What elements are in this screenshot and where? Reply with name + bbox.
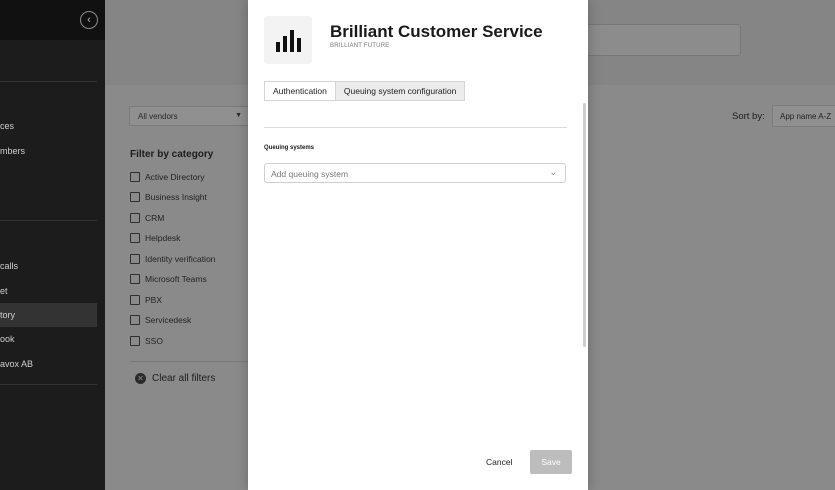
- chevron-left-icon[interactable]: ‹: [80, 11, 98, 29]
- category-checkbox[interactable]: SSO: [130, 334, 163, 348]
- category-checkbox[interactable]: Helpdesk: [130, 231, 180, 245]
- category-checkbox[interactable]: Business Insight: [130, 190, 207, 204]
- sidebar-item-5[interactable]: tory: [0, 303, 97, 327]
- sidebar-divider: [0, 220, 97, 221]
- sort-label: Sort by:: [732, 111, 765, 122]
- sidebar-divider: [0, 384, 97, 385]
- sidebar-item-2[interactable]: mbers: [0, 139, 97, 163]
- queuing-systems-label: Queuing systems: [264, 145, 315, 151]
- category-label: PBX: [145, 295, 163, 305]
- category-checkbox[interactable]: Identity verification: [130, 252, 215, 266]
- app-title: Brilliant Customer Service: [330, 22, 543, 41]
- tab-bar: Authentication Queuing system configurat…: [264, 81, 466, 101]
- save-button[interactable]: Save: [530, 450, 572, 474]
- category-checkbox[interactable]: Microsoft Teams: [130, 272, 207, 286]
- filter-title: Filter by category: [130, 149, 214, 160]
- tab-authentication[interactable]: Authentication: [264, 81, 336, 101]
- sidebar-item-1[interactable]: ces: [0, 114, 97, 138]
- modal-divider: [264, 127, 567, 128]
- checkbox-icon[interactable]: [130, 213, 140, 223]
- cancel-button[interactable]: Cancel: [486, 453, 512, 471]
- checkbox-icon[interactable]: [130, 295, 140, 305]
- checkbox-icon[interactable]: [130, 172, 140, 182]
- checkbox-icon[interactable]: [130, 233, 140, 243]
- vendor-select-value: All vendors: [138, 112, 178, 121]
- logo-bar: [275, 42, 280, 52]
- caret-down-icon: ▼: [235, 112, 242, 119]
- category-label: SSO: [145, 336, 163, 346]
- sidebar-header: ‹: [0, 0, 105, 40]
- clear-filters-label: Clear all filters: [152, 373, 216, 384]
- checkbox-icon[interactable]: [130, 315, 140, 325]
- logo-bar: [289, 30, 294, 52]
- tab-queuing-system-configuration[interactable]: Queuing system configuration: [335, 81, 466, 101]
- queuing-system-select[interactable]: Add queuing system ⌄: [264, 163, 566, 183]
- filter-divider: [130, 361, 250, 362]
- sidebar: ‹ ces mbers calls et tory ook avox AB: [0, 0, 105, 490]
- vendor-select[interactable]: All vendors ▼: [129, 106, 249, 126]
- modal-scrollbar[interactable]: [583, 103, 586, 347]
- sidebar-item-6[interactable]: ook: [0, 327, 97, 351]
- category-label: Active Directory: [145, 172, 205, 182]
- category-checkbox[interactable]: CRM: [130, 211, 164, 225]
- logo-bar: [296, 38, 301, 52]
- sidebar-divider: [0, 81, 97, 82]
- close-circle-icon: ✕: [135, 373, 146, 384]
- category-checkbox[interactable]: Active Directory: [130, 170, 205, 184]
- app-config-modal: Brilliant Customer Service BRILLIANT FUT…: [248, 0, 588, 490]
- search-input[interactable]: [585, 24, 741, 56]
- category-label: Servicedesk: [145, 315, 192, 325]
- checkbox-icon[interactable]: [130, 274, 140, 284]
- clear-filters-button[interactable]: ✕ Clear all filters: [135, 373, 215, 384]
- category-checkbox[interactable]: PBX: [130, 293, 162, 307]
- logo-bar: [282, 36, 287, 52]
- sidebar-item-3[interactable]: calls: [0, 254, 97, 278]
- bar-chart-logo: [264, 16, 312, 64]
- checkbox-icon[interactable]: [130, 192, 140, 202]
- category-label: Helpdesk: [145, 233, 181, 243]
- category-label: CRM: [145, 213, 165, 223]
- queuing-system-placeholder: Add queuing system: [271, 169, 349, 179]
- chevron-down-icon: ⌄: [549, 167, 557, 177]
- sidebar-item-4[interactable]: et: [0, 279, 97, 303]
- checkbox-icon[interactable]: [130, 254, 140, 264]
- sidebar-item-7[interactable]: avox AB: [0, 352, 97, 376]
- category-label: Identity verification: [145, 254, 216, 264]
- sort-select[interactable]: App name A-Z: [772, 105, 835, 127]
- checkbox-icon[interactable]: [130, 336, 140, 346]
- category-label: Microsoft Teams: [145, 274, 207, 284]
- app-vendor: BRILLIANT FUTURE: [330, 43, 390, 49]
- category-label: Business Insight: [145, 192, 207, 202]
- category-checkbox[interactable]: Servicedesk: [130, 313, 191, 327]
